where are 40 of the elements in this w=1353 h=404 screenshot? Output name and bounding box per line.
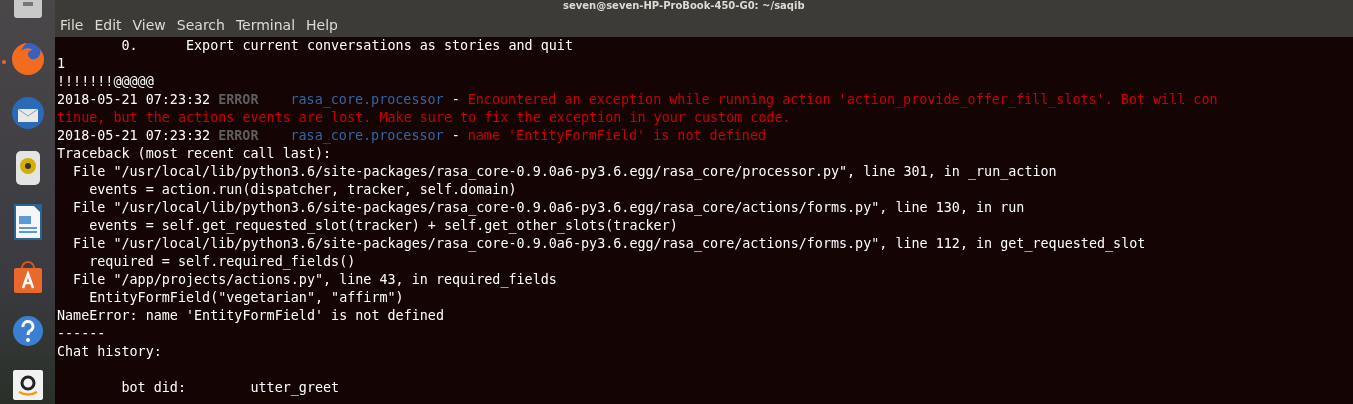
terminal-text: events = action.run(dispatcher, tracker, self.domain) <box>88 181 517 199</box>
terminal-text: 1 <box>57 55 66 73</box>
document-icon[interactable] <box>12 204 43 241</box>
menu-item[interactable]: Terminal <box>235 17 296 33</box>
logger-name: rasa_core.processor <box>290 127 444 145</box>
help-icon[interactable] <box>11 314 44 347</box>
terminal-text: 2018-05-21 07:23:32 <box>57 127 211 145</box>
terminal-text: !!!!!!!@@@@@ <box>57 73 154 91</box>
terminal-text: ------ <box>57 325 106 343</box>
terminal-text: EntityFormField("vegetarian", "affirm") <box>88 289 404 307</box>
fox-globe-icon[interactable] <box>9 41 46 78</box>
terminal-text: - <box>451 127 460 145</box>
terminal-text: required = self.required_fields() <box>88 253 356 271</box>
log-level: ERROR <box>218 91 259 109</box>
menu-item[interactable]: Help <box>306 17 338 33</box>
terminal-text: File "/app/projects/actions.py", line 43, in required_fields <box>72 271 557 289</box>
terminal-text: - <box>451 91 460 109</box>
terminal-text: File "/usr/local/lib/python3.6/site-packages/rasa_core-0.9.0a6-py3.6.egg/rasa_core/actions/forms.py", line 112, in get_requested_slot <box>72 235 1146 253</box>
error-message: name 'EntityFormField' is not defined <box>467 127 767 145</box>
error-message: tinue, but the actions events are lost. Make sure to fix the exception in your custom code. <box>57 109 791 127</box>
terminal-text: File "/usr/local/lib/python3.6/site-packages/rasa_core-0.9.0a6-py3.6.egg/rasa_core/actions/forms.py", line 130, in run <box>72 199 1025 217</box>
terminal-text: events = self.get_requested_slot(tracker) + self.get_other_slots(tracker) <box>88 217 678 235</box>
menu-item[interactable]: File <box>60 17 84 33</box>
shopping-bag-icon[interactable] <box>11 259 44 294</box>
shopping-smile-icon[interactable] <box>11 369 44 402</box>
terminal-text: Chat history: <box>57 343 162 361</box>
terminal-text: 2018-05-21 07:23:32 <box>57 91 211 109</box>
terminal-text: NameError: name 'EntityFormField' is not defined <box>57 307 444 325</box>
log-level: ERROR <box>218 127 259 145</box>
terminal-text: File "/usr/local/lib/python3.6/site-packages/rasa_core-0.9.0a6-py3.6.egg/rasa_core/processor.py", line 301, in _run_action <box>72 163 1057 181</box>
error-message: Encountered an exception while running action 'action_provide_offer_fill_slots'. Bot will con <box>467 91 1218 109</box>
menu-item[interactable]: View <box>132 17 166 33</box>
terminal-text: bot did: utter_greet <box>120 379 340 397</box>
terminal-text: 0. Export current conversations as stories and quit <box>120 37 573 55</box>
menu-item[interactable]: Search <box>176 17 225 33</box>
terminal-text: Traceback (most recent call last): <box>57 145 332 163</box>
bird-envelope-icon[interactable] <box>9 95 46 132</box>
logger-name: rasa_core.processor <box>290 91 444 109</box>
window-title: seven@seven-HP-ProBook-450-G0: ~/saqib <box>563 0 805 12</box>
menu-item[interactable]: Edit <box>94 17 122 33</box>
